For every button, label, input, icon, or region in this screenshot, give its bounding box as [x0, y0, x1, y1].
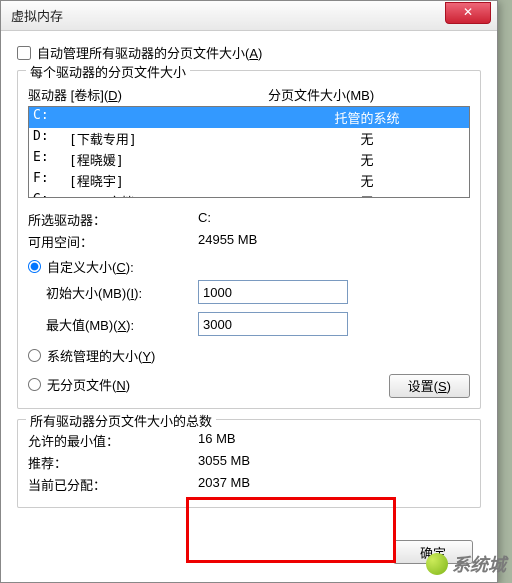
drive-row[interactable]: E:[程晓媛]无: [29, 149, 469, 170]
no-paging-row: 无分页文件(N): [28, 375, 130, 394]
totals-group-title: 所有驱动器分页文件大小的总数: [26, 411, 216, 430]
free-space-value: 24955 MB: [198, 232, 257, 251]
initial-size-label: 初始大小(MB)(I):: [46, 283, 198, 302]
auto-manage-row: 自动管理所有驱动器的分页文件大小(A): [17, 43, 481, 62]
set-button[interactable]: 设置(S): [389, 374, 470, 398]
titlebar: 虚拟内存 ✕: [1, 1, 497, 31]
virtual-memory-dialog: 虚拟内存 ✕ 自动管理所有驱动器的分页文件大小(A) 每个驱动器的分页文件大小 …: [0, 0, 498, 583]
system-managed-label: 系统管理的大小(Y): [47, 346, 155, 365]
max-size-label: 最大值(MB)(X):: [46, 315, 198, 334]
min-allowed-value: 16 MB: [198, 431, 236, 450]
initial-size-row: 初始大小(MB)(I):: [46, 280, 470, 304]
dialog-content: 自动管理所有驱动器的分页文件大小(A) 每个驱动器的分页文件大小 驱动器 [卷标…: [1, 31, 497, 530]
per-drive-group-title: 每个驱动器的分页文件大小: [26, 62, 190, 81]
max-size-input[interactable]: [198, 312, 348, 336]
drive-list[interactable]: C:托管的系统D:[下载专用]无E:[程晓媛]无F:[程晓宇]无G:[PONE文…: [28, 106, 470, 198]
drive-list-header: 驱动器 [卷标](D) 分页文件大小(MB): [28, 85, 470, 104]
system-managed-radio[interactable]: [28, 349, 41, 362]
max-size-row: 最大值(MB)(X):: [46, 312, 470, 336]
drive-row[interactable]: D:[下载专用]无: [29, 128, 469, 149]
drive-row[interactable]: C:托管的系统: [29, 107, 469, 128]
drive-row[interactable]: F:[程晓宇]无: [29, 170, 469, 191]
auto-manage-label: 自动管理所有驱动器的分页文件大小(A): [37, 43, 262, 62]
selected-drive-value: C:: [198, 210, 211, 229]
close-button[interactable]: ✕: [445, 2, 491, 24]
totals-group: 所有驱动器分页文件大小的总数 允许的最小值： 16 MB 推荐： 3055 MB…: [17, 419, 481, 508]
drive-row[interactable]: G:[PONE文档]无: [29, 191, 469, 198]
watermark-logo-icon: [426, 553, 448, 575]
auto-manage-checkbox[interactable]: [17, 46, 31, 60]
header-drive-col: 驱动器 [卷标](D): [28, 85, 268, 104]
recommended-value: 3055 MB: [198, 453, 250, 472]
system-managed-row: 系统管理的大小(Y): [28, 346, 470, 365]
custom-size-radio[interactable]: [28, 260, 41, 273]
watermark-text: 系统城: [452, 551, 506, 577]
free-space-row: 可用空间： 24955 MB: [28, 232, 470, 251]
header-paging-col: 分页文件大小(MB): [268, 85, 374, 104]
per-drive-group: 每个驱动器的分页文件大小 驱动器 [卷标](D) 分页文件大小(MB) C:托管…: [17, 70, 481, 409]
custom-size-row: 自定义大小(C):: [28, 257, 470, 276]
current-allocated-row: 当前已分配： 2037 MB: [28, 475, 470, 494]
custom-size-label: 自定义大小(C):: [47, 257, 134, 276]
watermark: 系统城: [426, 551, 506, 577]
current-allocated-value: 2037 MB: [198, 475, 250, 494]
no-paging-label: 无分页文件(N): [47, 375, 130, 394]
min-allowed-row: 允许的最小值： 16 MB: [28, 431, 470, 450]
initial-size-input[interactable]: [198, 280, 348, 304]
selected-drive-row: 所选驱动器： C:: [28, 210, 470, 229]
no-paging-radio[interactable]: [28, 378, 41, 391]
window-title: 虚拟内存: [11, 6, 63, 25]
recommended-row: 推荐： 3055 MB: [28, 453, 470, 472]
